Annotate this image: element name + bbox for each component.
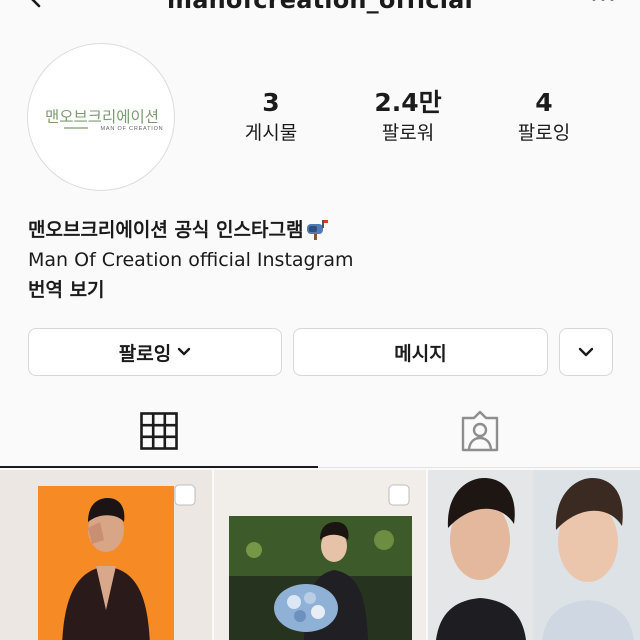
tab-divider	[318, 467, 640, 468]
following-button-label: 팔로잉	[118, 342, 172, 365]
stat-following-count: 4	[535, 88, 553, 117]
bio-name-text: 맨오브크리에이션 공식 인스타그램	[28, 219, 304, 241]
stat-posts-label: 게시물	[244, 122, 298, 144]
logo-english-text: MAN OF CREATION	[101, 126, 164, 132]
see-translation-link[interactable]: 번역 보기	[28, 276, 105, 304]
stat-following[interactable]: 4 팔로잉	[484, 88, 604, 146]
post-thumbnail-3[interactable]	[428, 470, 640, 640]
stat-posts[interactable]: 3 게시물	[211, 88, 331, 146]
bio-name: 맨오브크리에이션 공식 인스타그램	[28, 216, 329, 244]
tab-tagged[interactable]	[318, 404, 640, 468]
top-bar: manofcreation_official	[0, 0, 640, 22]
stat-followers-count: 2.4만	[374, 88, 442, 117]
tab-posts-grid[interactable]	[0, 404, 318, 468]
bio-description: Man Of Creation official Instagram	[28, 249, 354, 271]
chevron-down-icon	[178, 347, 191, 356]
suggested-accounts-button[interactable]	[559, 328, 613, 376]
post-3-photo	[428, 470, 640, 640]
posts-grid	[0, 470, 640, 640]
message-button[interactable]: 메시지	[293, 328, 548, 376]
post-thumbnail-1[interactable]	[0, 470, 212, 640]
stat-posts-count: 3	[262, 88, 280, 117]
tagged-person-icon	[461, 410, 499, 452]
multiple-posts-icon	[388, 484, 410, 506]
more-horizontal-icon[interactable]	[590, 0, 616, 4]
mailbox-icon	[307, 220, 329, 240]
logo-korean-text: 맨오브크리에이션	[45, 108, 159, 126]
message-button-label: 메시지	[394, 342, 447, 365]
profile-username: manofcreation_official	[167, 0, 473, 14]
grid-icon	[140, 412, 178, 450]
stat-followers[interactable]: 2.4만 팔로워	[348, 88, 468, 146]
multiple-posts-icon	[174, 484, 196, 506]
profile-avatar[interactable]: 맨오브크리에이션 MAN OF CREATION	[27, 43, 175, 191]
following-button[interactable]: 팔로잉	[28, 328, 282, 376]
stat-following-label: 팔로잉	[517, 122, 571, 144]
stat-followers-label: 팔로워	[381, 122, 435, 144]
chevron-down-icon	[578, 347, 594, 357]
active-tab-indicator	[0, 466, 318, 468]
post-thumbnail-2[interactable]	[214, 470, 426, 640]
